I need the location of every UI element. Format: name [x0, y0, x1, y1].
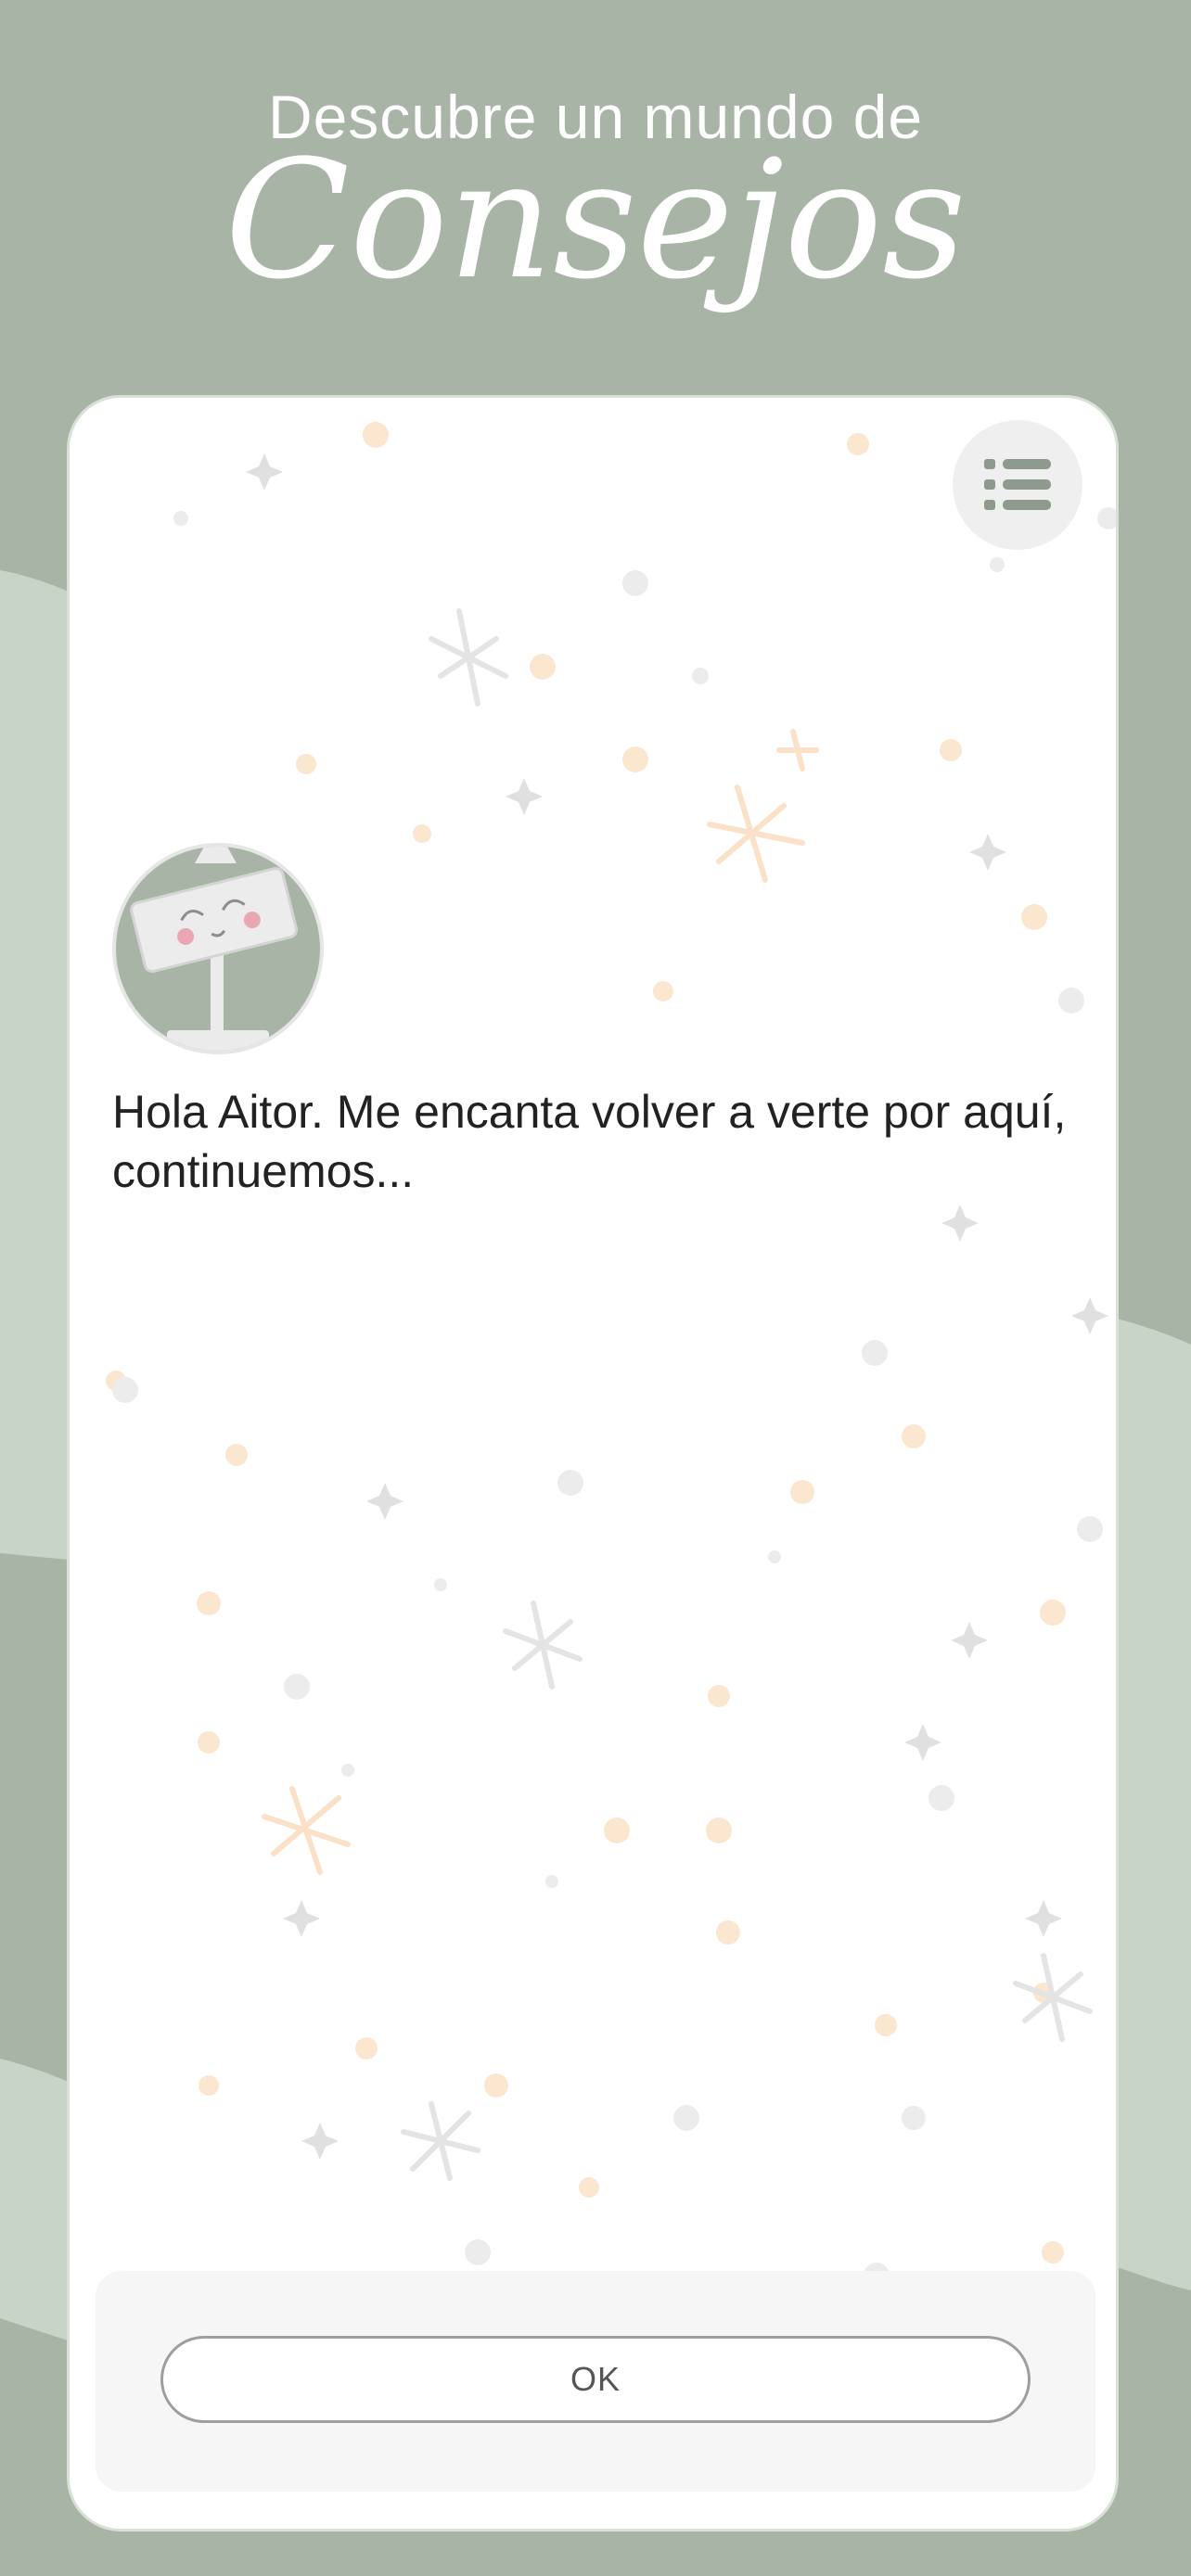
- menu-button[interactable]: [953, 420, 1082, 550]
- headline-title: Consejos: [224, 125, 967, 315]
- sparkle-pattern: [106, 422, 1116, 2289]
- chat-card: Hola Aitor. Me encanta volver a verte po…: [67, 395, 1119, 2531]
- chat-message: Hola Aitor. Me encanta volver a verte po…: [112, 1086, 1067, 1197]
- mascot-avatar: [112, 843, 324, 1054]
- footer-panel: OK: [96, 2271, 1095, 2492]
- ok-button[interactable]: OK: [160, 2336, 1031, 2423]
- list-icon: [984, 459, 1051, 510]
